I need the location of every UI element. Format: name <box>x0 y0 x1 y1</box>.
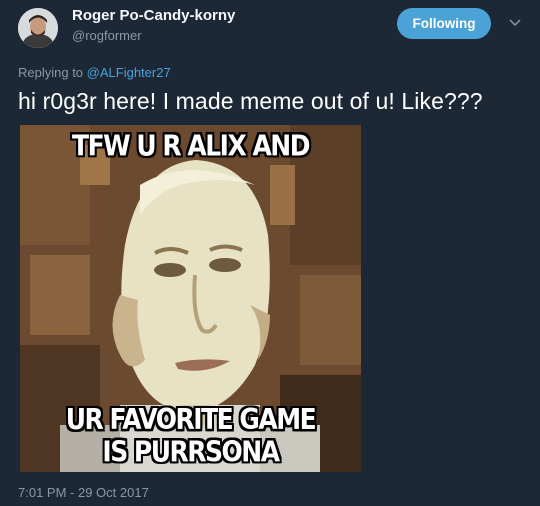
meme-top-caption: TFW U R ALIX AND <box>72 128 310 163</box>
chevron-down-icon[interactable] <box>507 15 523 31</box>
display-name[interactable]: Roger Po-Candy-korny <box>72 7 235 24</box>
avatar[interactable] <box>18 8 58 48</box>
meme-image[interactable]: TFW U R ALIX AND UR FAVORITE GAME IS PUR… <box>20 125 361 472</box>
replying-prefix: Replying to <box>18 65 87 80</box>
user-handle[interactable]: @rogformer <box>72 28 142 43</box>
replying-to: Replying to @ALFighter27 <box>18 65 171 80</box>
meme-bottom-caption-line1: UR FAVORITE GAME <box>65 402 317 436</box>
meme-bottom-caption-line2: IS PURRSONA <box>102 434 280 469</box>
meme-bottom-caption: UR FAVORITE GAME IS PURRSONA <box>20 402 361 469</box>
following-button[interactable]: Following <box>397 8 491 39</box>
tweet-text: hi r0g3r here! I made meme out of u! Lik… <box>18 88 483 114</box>
tweet-timestamp[interactable]: 7:01 PM - 29 Oct 2017 <box>18 485 149 500</box>
replying-handle-link[interactable]: @ALFighter27 <box>87 65 171 80</box>
